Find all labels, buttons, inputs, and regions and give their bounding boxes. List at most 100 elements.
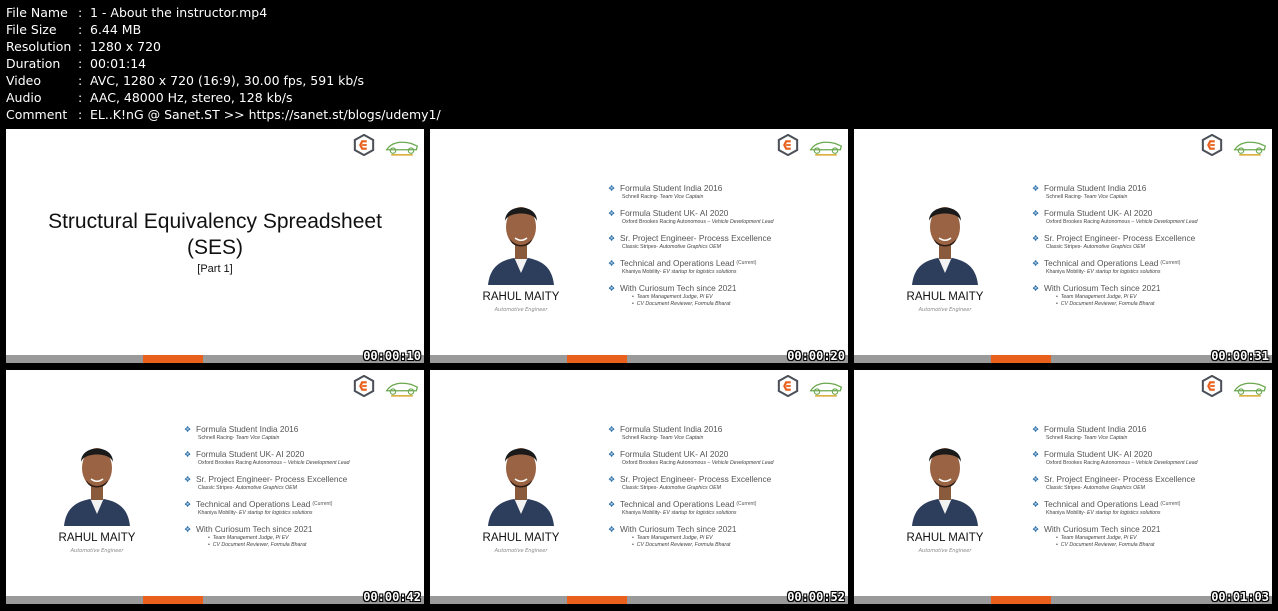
timestamp: 00:00:10 [363,349,421,363]
info-value: 1280 x 720 [90,39,162,54]
current-tag: (Current) [1160,501,1181,507]
diamond-bullet-icon: ❖ [1032,208,1040,218]
experience-item: ❖ Formula Student India 2016 Schnell Raci… [184,424,416,441]
experience-title: With Curiosum Tech since 2021 [1044,524,1161,534]
diamond-bullet-icon: ❖ [608,499,616,509]
experience-item: ❖ Sr. Project Engineer- Process Excellenc… [608,474,840,491]
diamond-bullet-icon: ❖ [1032,233,1040,243]
experience-org: Classic Stripes- [1046,244,1084,250]
experience-item: ❖ Technical and Operations Lead (Current) … [1032,258,1264,275]
sub-bullet: • Team Management Judge, Pi EV [1056,294,1137,300]
experience-item: ❖ Formula Student India 2016 Schnell Raci… [1032,424,1264,441]
timestamp: 00:01:03 [1211,590,1269,604]
experience-detail: Team Vice Captain [659,194,704,200]
experience-detail: Team Vice Captain [235,435,280,441]
curiosum-logo-icon [1201,375,1223,397]
experience-title: Formula Student UK- AI 2020 [196,449,305,459]
experience-title: Technical and Operations Lead [620,499,735,509]
experience-title: With Curiosum Tech since 2021 [620,283,737,293]
diamond-bullet-icon: ❖ [1032,183,1040,193]
instructor-name: RAHUL MAITY [58,532,136,544]
info-key: File Size [6,22,57,37]
sub-bullet: • Team Management Judge, Pi EV [208,535,289,541]
info-row: File Name:1 - About the instructor.mp4 [6,5,268,20]
experience-title: With Curiosum Tech since 2021 [620,524,737,534]
experience-item: ❖ Formula Student India 2016 Schnell Raci… [608,424,840,441]
experience-item: ❖ Formula Student India 2016 Schnell Raci… [608,183,840,200]
progress-bar-track [6,596,424,604]
experience-item: ❖ Formula Student UK- AI 2020 Oxford Broo… [1032,208,1264,225]
thumbnail-profile-slide[interactable]: RAHUL MAITY Automotive Engineer ❖ Formula… [854,129,1272,363]
diamond-bullet-icon: ❖ [608,208,616,218]
experience-detail: EV startup for logistics solutions [238,510,313,516]
experience-item: ❖ Formula Student UK- AI 2020 Oxford Broo… [608,449,840,466]
experience-org: Oxford Brookes Racing Autonomous – [1046,460,1136,466]
experience-item: ❖ Formula Student UK- AI 2020 Oxford Broo… [608,208,840,225]
timestamp: 00:00:31 [1211,349,1269,363]
experience-list: ❖ Formula Student India 2016 Schnell Raci… [608,424,840,556]
experience-detail: EV startup for logistics solutions [662,269,737,275]
diamond-bullet-icon: ❖ [1032,283,1040,293]
experience-title: Technical and Operations Lead [620,258,735,268]
instructor-role: Automotive Engineer [494,307,548,313]
info-key: File Name [6,5,68,20]
diamond-bullet-icon: ❖ [608,424,616,434]
thumbnail-profile-slide[interactable]: RAHUL MAITY Automotive Engineer ❖ Formula… [6,370,424,604]
diamond-bullet-icon: ❖ [184,524,192,534]
timestamp: 00:00:52 [787,590,845,604]
experience-item: ❖ Formula Student UK- AI 2020 Oxford Broo… [184,449,416,466]
experience-item: ❖ With Curiosum Tech since 2021 • Team Ma… [1032,524,1264,548]
progress-bar-accent [991,596,1051,604]
instructor-role: Automotive Engineer [918,307,972,313]
diamond-bullet-icon: ❖ [184,424,192,434]
experience-detail: Team Vice Captain [659,435,704,441]
diamond-bullet-icon: ❖ [1032,424,1040,434]
experience-title: Sr. Project Engineer- Process Excellence [196,474,348,484]
experience-org: Classic Stripes- [622,485,660,491]
sub-bullet: • CV Document Reviewer, Formula Bharat [1056,301,1155,307]
progress-bar-track [6,355,424,363]
experience-item: ❖ Technical and Operations Lead (Current) … [608,258,840,275]
experience-item: ❖ Formula Student India 2016 Schnell Raci… [1032,183,1264,200]
diamond-bullet-icon: ❖ [184,449,192,459]
experience-org: Khaniya Mobility- [1046,269,1087,275]
experience-org: Schnell Racing- [1046,194,1084,200]
progress-bar-track [430,355,848,363]
experience-title: Technical and Operations Lead [1044,499,1159,509]
diamond-bullet-icon: ❖ [1032,258,1040,268]
sub-bullet: • Team Management Judge, Pi EV [1056,535,1137,541]
diamond-bullet-icon: ❖ [1032,499,1040,509]
thumbnail-profile-slide[interactable]: RAHUL MAITY Automotive Engineer ❖ Formula… [430,370,848,604]
curiosum-logo-icon [777,375,799,397]
curiosum-logo-icon [1201,134,1223,156]
info-key: Video [6,73,42,88]
thumbnail-profile-slide[interactable]: RAHUL MAITY Automotive Engineer ❖ Formula… [430,129,848,363]
info-value: EL..K!nG @ Sanet.ST >> https://sanet.st/… [90,107,441,122]
experience-list: ❖ Formula Student India 2016 Schnell Raci… [1032,183,1264,315]
progress-bar-track [854,355,1272,363]
slide-subtitle: [Part 1] [197,263,233,275]
curiosum-logo-icon [777,134,799,156]
experience-detail: Automotive Graphics OEM [1083,244,1145,250]
experience-list: ❖ Formula Student India 2016 Schnell Raci… [608,183,840,315]
experience-detail: EV startup for logistics solutions [1086,510,1161,516]
progress-bar-accent [567,596,627,604]
media-info-panel: File Name:1 - About the instructor.mp4 F… [6,4,441,123]
experience-item: ❖ Sr. Project Engineer- Process Excellenc… [1032,474,1264,491]
sub-bullet: • CV Document Reviewer, Formula Bharat [208,542,307,548]
experience-item: ❖ Technical and Operations Lead (Current) … [1032,499,1264,516]
experience-list: ❖ Formula Student India 2016 Schnell Raci… [184,424,416,556]
thumbnail-title-slide[interactable]: Structural Equivalency Spreadsheet (SES)… [6,129,424,363]
info-key: Comment [6,107,68,122]
progress-bar-accent [143,596,203,604]
experience-item: ❖ Sr. Project Engineer- Process Excellenc… [184,474,416,491]
instructor-role: Automotive Engineer [70,548,124,554]
experience-item: ❖ Sr. Project Engineer- Process Excellenc… [1032,233,1264,250]
experience-item: ❖ Sr. Project Engineer- Process Excellenc… [608,233,840,250]
experience-org: Oxford Brookes Racing Autonomous – [1046,219,1136,225]
timestamp: 00:00:42 [363,590,421,604]
thumbnail-profile-slide[interactable]: RAHUL MAITY Automotive Engineer ❖ Formula… [854,370,1272,604]
experience-org: Schnell Racing- [1046,435,1084,441]
diamond-bullet-icon: ❖ [608,183,616,193]
experience-title: Formula Student India 2016 [1044,183,1147,193]
